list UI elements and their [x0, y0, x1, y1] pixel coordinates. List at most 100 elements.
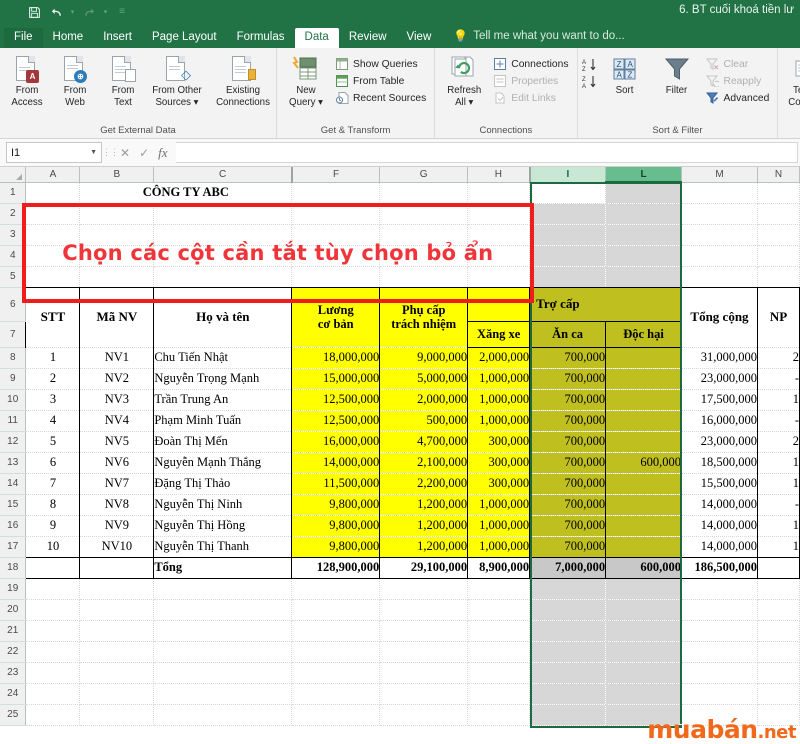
cell-empty[interactable]	[605, 620, 682, 642]
cell-luong-co-ban[interactable]: 14,000,000	[291, 452, 381, 474]
cell-an-ca[interactable]: 700,000	[529, 347, 607, 369]
header-tong-cong[interactable]: Tổng cộng	[681, 286, 758, 348]
from-other-sources-button[interactable]: ◇ From Other Sources ▾	[148, 51, 206, 108]
cell-an-ca[interactable]: 700,000	[529, 452, 607, 474]
cell-empty[interactable]	[681, 683, 758, 705]
cell-empty[interactable]	[25, 599, 81, 621]
cell-empty[interactable]	[757, 599, 800, 621]
cell-C3[interactable]	[153, 224, 293, 246]
column-header-G[interactable]: G	[379, 167, 469, 183]
cell-empty[interactable]	[153, 620, 293, 642]
row-header-3[interactable]: 3	[0, 224, 27, 246]
from-text-button[interactable]: From Text	[100, 51, 146, 108]
cell-total-stt[interactable]	[25, 556, 81, 579]
cell-empty[interactable]	[757, 578, 800, 600]
cell-empty[interactable]	[153, 662, 293, 684]
row-header-6[interactable]: 6	[0, 287, 27, 322]
column-header-I[interactable]: I	[529, 167, 607, 183]
chevron-down-icon[interactable]: ▼	[90, 149, 97, 156]
header-xang-xe[interactable]: Xăng xe	[467, 320, 531, 348]
cell-empty[interactable]	[681, 662, 758, 684]
header-luong-co-ban[interactable]: Lương cơ bản	[291, 286, 381, 348]
cell-ma-nv[interactable]: NV7	[79, 473, 155, 495]
cell-N4[interactable]	[757, 245, 800, 267]
column-header-N[interactable]: N	[757, 167, 800, 183]
cell-ho-ten[interactable]: Đoàn Thị Mến	[153, 431, 293, 453]
cell-empty[interactable]	[25, 641, 81, 663]
cell-np[interactable]: -	[757, 410, 800, 432]
cell-total-np[interactable]	[757, 556, 800, 579]
cell-tong-cong[interactable]: 15,500,000	[681, 473, 758, 495]
cell-M4[interactable]	[681, 245, 758, 267]
header-ho-ten[interactable]: Họ và tên	[153, 286, 293, 348]
cell-empty[interactable]	[79, 662, 155, 684]
cell-empty[interactable]	[153, 578, 293, 600]
cell-phu-cap[interactable]: 9,000,000	[379, 347, 469, 369]
cell-B5[interactable]	[79, 266, 155, 288]
cell-L1[interactable]	[605, 182, 682, 204]
cell-stt[interactable]: 5	[25, 431, 81, 453]
cell-C5[interactable]	[153, 266, 293, 288]
cell-xang-xe[interactable]: 1,000,000	[467, 494, 531, 516]
cell-empty[interactable]	[25, 704, 81, 726]
row-header-16[interactable]: 16	[0, 515, 27, 537]
cell-ho-ten[interactable]: Nguyễn Thị Thanh	[153, 536, 293, 558]
insert-function-icon[interactable]: fx	[158, 145, 167, 161]
row-header-10[interactable]: 10	[0, 389, 27, 411]
row-header-21[interactable]: 21	[0, 620, 27, 642]
cell-empty[interactable]	[79, 704, 155, 726]
cell-doc-hai[interactable]	[605, 389, 682, 411]
cell-ma-nv[interactable]: NV2	[79, 368, 155, 390]
cell-empty[interactable]	[153, 641, 293, 663]
cell-C4[interactable]	[153, 245, 293, 267]
cell-B3[interactable]	[79, 224, 155, 246]
cell-xang-xe[interactable]: 1,000,000	[467, 389, 531, 411]
cell-ho-ten[interactable]: Nguyễn Mạnh Thắng	[153, 452, 293, 474]
cell-M2[interactable]	[681, 203, 758, 225]
tab-formulas[interactable]: Formulas	[227, 28, 295, 49]
cell-I3[interactable]	[529, 224, 607, 246]
column-header-F[interactable]: F	[291, 167, 381, 183]
row-header-13[interactable]: 13	[0, 452, 27, 474]
cell-np[interactable]: -	[757, 368, 800, 390]
cell-total-phucap[interactable]: 29,100,000	[379, 556, 469, 579]
enter-formula-icon[interactable]: ✓	[139, 146, 149, 160]
cell-G1[interactable]	[379, 182, 469, 204]
row-header-20[interactable]: 20	[0, 599, 27, 621]
cell-phu-cap[interactable]: 1,200,000	[379, 494, 469, 516]
header-ma-nv[interactable]: Mã NV	[79, 286, 155, 348]
text-to-columns-button[interactable]: Text to Columns	[782, 51, 800, 108]
cell-empty[interactable]	[681, 599, 758, 621]
sort-button[interactable]: Z A A Z Sort	[600, 51, 650, 96]
cancel-formula-icon[interactable]: ✕	[120, 146, 130, 160]
row-header-18[interactable]: 18	[0, 557, 27, 579]
save-icon[interactable]	[24, 3, 44, 21]
cell-stt[interactable]: 7	[25, 473, 81, 495]
cell-luong-co-ban[interactable]: 15,000,000	[291, 368, 381, 390]
cell-M3[interactable]	[681, 224, 758, 246]
cell-F2[interactable]	[291, 203, 381, 225]
connections-button[interactable]: Connections	[491, 56, 572, 72]
cell-H2[interactable]	[467, 203, 531, 225]
customize-quick-access-toolbar-icon[interactable]: ≡	[112, 3, 132, 21]
cell-ma-nv[interactable]: NV3	[79, 389, 155, 411]
cell-empty[interactable]	[379, 662, 469, 684]
cell-A5[interactable]	[25, 266, 81, 288]
cell-tong-cong[interactable]: 23,000,000	[681, 368, 758, 390]
cell-N2[interactable]	[757, 203, 800, 225]
cell-tong-cong[interactable]: 23,000,000	[681, 431, 758, 453]
cell-empty[interactable]	[153, 683, 293, 705]
cell-phu-cap[interactable]: 1,200,000	[379, 515, 469, 537]
cell-empty[interactable]	[467, 704, 531, 726]
row-header-8[interactable]: 8	[0, 347, 27, 369]
cell-empty[interactable]	[529, 578, 607, 600]
cell-stt[interactable]: 4	[25, 410, 81, 432]
cell-empty[interactable]	[757, 683, 800, 705]
row-header-22[interactable]: 22	[0, 641, 27, 663]
formula-input[interactable]	[175, 142, 798, 163]
cell-np[interactable]: 1	[757, 536, 800, 558]
row-header-15[interactable]: 15	[0, 494, 27, 516]
column-header-M[interactable]: M	[681, 167, 758, 183]
advanced-filter-button[interactable]: Advanced	[704, 90, 774, 106]
cell-empty[interactable]	[467, 578, 531, 600]
